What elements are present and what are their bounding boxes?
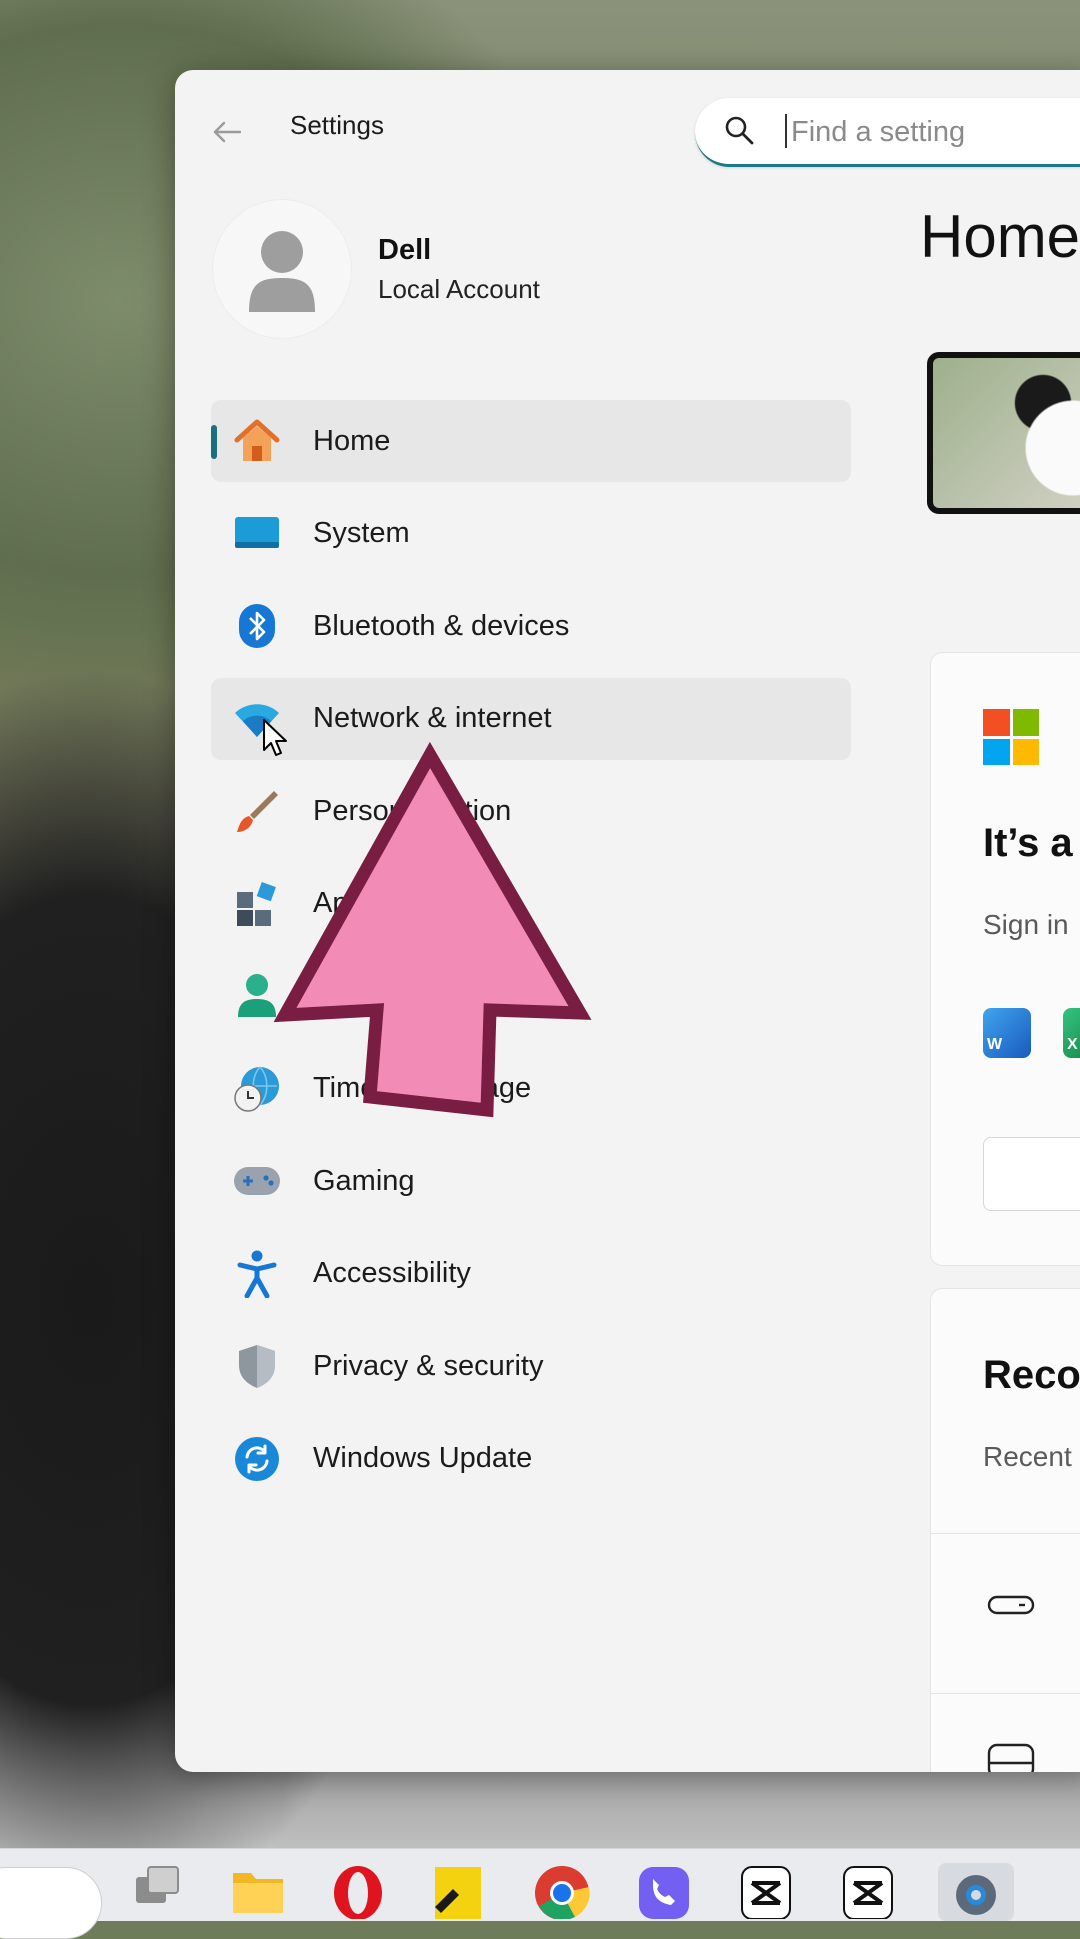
account-name: Dell [378,234,432,266]
excel-icon: X [1063,1008,1080,1058]
sidebar-item-time-language[interactable]: Time & language [211,1048,851,1130]
sidebar-item-label: Gaming [313,1164,415,1197]
sidebar-item-label: Personalization [313,794,512,827]
viber-icon[interactable] [634,1863,694,1921]
sidebar-item-label: Accounts [313,979,433,1012]
file-explorer-icon[interactable] [228,1863,288,1921]
page-title: Home [920,203,1080,270]
avatar[interactable] [213,200,351,338]
card-description: Recent [983,1441,1072,1472]
storage-icon [987,1743,1035,1772]
gamepad-icon [233,1157,281,1205]
sidebar-item-windows-update[interactable]: Windows Update [211,1418,851,1500]
capcut-icon[interactable] [736,1863,796,1921]
microsoft-account-card: It’s a Sign in W X [930,652,1080,1266]
back-button[interactable] [207,112,247,152]
sidebar-item-accessibility[interactable]: Accessibility [211,1233,851,1315]
card-heading: It’s a [983,821,1073,865]
word-icon: W [983,1008,1031,1058]
taskbar [0,1848,1080,1939]
sidebar-item-label: Network & internet [313,702,552,734]
globe-clock-icon [233,1065,281,1113]
sidebar-nav: Home System Bluetooth & devices Network … [211,400,851,1510]
opera-icon[interactable] [328,1863,388,1921]
settings-icon[interactable] [938,1863,1014,1921]
paintbrush-icon [233,787,281,835]
sidebar-item-system[interactable]: System [211,493,851,575]
sidebar-item-privacy[interactable]: Privacy & security [211,1325,851,1407]
sidebar-item-label: Windows Update [313,1442,533,1474]
sidebar-item-personalization[interactable]: Personalization [211,770,851,852]
search-field[interactable] [695,98,1080,167]
microsoft-logo-icon [983,709,1039,765]
sidebar-item-label: Privacy & security [313,1349,544,1382]
taskbar-search-box[interactable] [0,1867,102,1939]
window-title: Settings [290,110,384,140]
sidebar-item-label: System [313,517,410,549]
sidebar-item-label: Bluetooth & devices [313,609,570,642]
monitor-icon [233,510,281,558]
search-input[interactable] [789,110,1080,154]
card-description: Sign in [983,909,1069,940]
accessibility-icon [233,1250,281,1298]
arrow-left-icon [213,121,241,143]
card-heading: Reco [983,1353,1080,1397]
account-icon [233,972,281,1020]
touchpad-icon [987,1595,1035,1615]
mouse-cursor-icon [263,719,287,756]
account-type: Local Account [378,274,540,304]
divider [931,1533,1080,1534]
divider [931,1693,1080,1694]
sign-in-button[interactable] [983,1137,1080,1211]
sidebar-item-home[interactable]: Home [211,400,851,482]
recommended-settings-card: Reco Recent [930,1288,1080,1772]
home-icon [233,417,281,465]
settings-window: Settings Dell Local Account Home System [175,70,1080,1772]
user-icon [249,231,315,312]
apps-icon [233,880,281,928]
capcut-icon[interactable] [838,1863,898,1921]
sidebar-item-label: Home [313,424,391,457]
sidebar-item-network[interactable]: Network & internet [211,677,851,760]
chrome-icon[interactable] [532,1863,592,1921]
sidebar-item-label: Time & language [313,1072,532,1104]
sidebar-item-label: Accessibility [313,1257,471,1289]
sidebar-item-gaming[interactable]: Gaming [211,1140,851,1222]
sidebar-item-bluetooth[interactable]: Bluetooth & devices [211,585,851,667]
search-icon [725,116,754,145]
text-caret [785,114,787,148]
sidebar-item-accounts[interactable]: Accounts [211,955,851,1037]
update-icon [233,1435,281,1483]
bluetooth-icon [233,602,281,650]
sidebar-item-label: Apps [313,887,380,919]
task-view-icon[interactable] [128,1863,188,1921]
sticky-notes-icon[interactable] [428,1863,488,1921]
sidebar-item-apps[interactable]: Apps [211,863,851,945]
shield-icon [233,1342,281,1390]
wallpaper-preview[interactable] [927,352,1080,514]
